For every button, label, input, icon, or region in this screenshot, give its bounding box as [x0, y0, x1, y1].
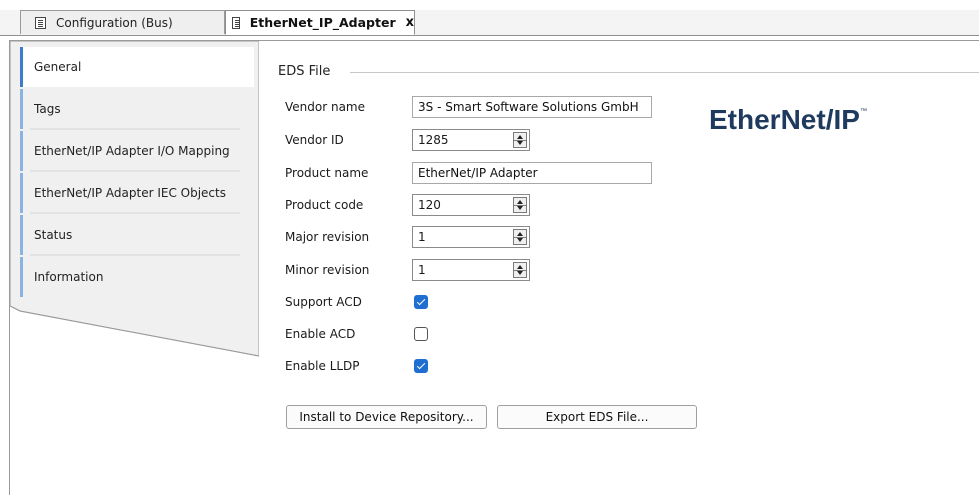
item-marker [20, 215, 23, 255]
minor-revision-label: Minor revision [285, 263, 370, 277]
product-name-field[interactable]: EtherNet/IP Adapter [412, 162, 652, 184]
minor-revision-value: 1 [418, 263, 426, 277]
sidebar-item-information[interactable]: Information [20, 257, 254, 297]
sidebar-item-label: General [34, 60, 82, 74]
sidebar-item-label: Information [34, 270, 104, 284]
vendor-id-value: 1285 [418, 133, 449, 147]
enable-lldp-label: Enable LLDP [285, 359, 360, 373]
spin-arrows-icon[interactable] [513, 197, 527, 213]
spin-arrows-icon[interactable] [513, 262, 527, 278]
item-marker [20, 89, 23, 129]
sidebar-item-tags[interactable]: Tags [20, 89, 254, 129]
enable-acd-label: Enable ACD [285, 327, 356, 341]
sidebar-item-iec-objects[interactable]: EtherNet/IP Adapter IEC Objects [20, 173, 254, 213]
minor-revision-stepper[interactable]: 1 [412, 259, 530, 281]
major-revision-stepper[interactable]: 1 [412, 226, 530, 248]
group-divider [350, 72, 979, 73]
product-code-stepper[interactable]: 120 [412, 194, 530, 216]
vendor-name-field[interactable]: 3S - Smart Software Solutions GmbH [412, 96, 652, 118]
support-acd-checkbox[interactable] [414, 295, 428, 309]
product-code-label: Product code [285, 198, 364, 212]
tab-configuration-bus[interactable]: Configuration (Bus) [20, 10, 225, 34]
selection-marker [20, 47, 23, 87]
support-acd-label: Support ACD [285, 295, 362, 309]
logo-text: EtherNet/IP [709, 104, 860, 135]
group-title-eds-file: EDS File [278, 64, 331, 79]
item-marker [20, 131, 23, 171]
close-icon[interactable]: x [406, 15, 414, 30]
ethernet-ip-logo: EtherNet/IP™ [709, 104, 867, 136]
sidebar-item-label: EtherNet/IP Adapter IEC Objects [34, 186, 226, 200]
tab-label: EtherNet_IP_Adapter [249, 15, 396, 30]
major-revision-label: Major revision [285, 230, 370, 244]
enable-acd-checkbox[interactable] [414, 327, 428, 341]
spin-arrows-icon[interactable] [513, 132, 527, 148]
enable-lldp-checkbox[interactable] [414, 359, 428, 373]
sidebar-item-label: Tags [34, 102, 61, 116]
vendor-name-label: Vendor name [285, 100, 366, 114]
spin-arrows-icon[interactable] [513, 229, 527, 245]
product-name-label: Product name [285, 166, 369, 180]
install-to-device-repository-button[interactable]: Install to Device Repository... [286, 405, 487, 429]
vendor-id-label: Vendor ID [285, 133, 344, 147]
document-icon [35, 16, 46, 29]
sidebar-item-label: Status [34, 228, 73, 242]
editor-tab-bar: Configuration (Bus) EtherNet_IP_Adapter … [0, 0, 979, 40]
device-icon [232, 16, 240, 29]
sidebar-item-io-mapping[interactable]: EtherNet/IP Adapter I/O Mapping [20, 131, 254, 171]
major-revision-value: 1 [418, 230, 426, 244]
vendor-id-stepper[interactable]: 1285 [412, 129, 530, 151]
export-eds-file-button[interactable]: Export EDS File... [497, 405, 697, 429]
tab-label: Configuration (Bus) [56, 15, 173, 30]
item-marker [20, 257, 23, 297]
tab-ethernet-ip-adapter[interactable]: EtherNet_IP_Adapter x [225, 10, 415, 35]
sidebar: General Tags EtherNet/IP Adapter I/O Map… [10, 41, 259, 495]
sidebar-item-status[interactable]: Status [20, 215, 254, 255]
product-code-value: 120 [418, 198, 441, 212]
sidebar-item-general[interactable]: General [20, 47, 254, 87]
sidebar-item-label: EtherNet/IP Adapter I/O Mapping [34, 144, 230, 158]
item-marker [20, 173, 23, 213]
trademark-mark: ™ [859, 108, 867, 115]
